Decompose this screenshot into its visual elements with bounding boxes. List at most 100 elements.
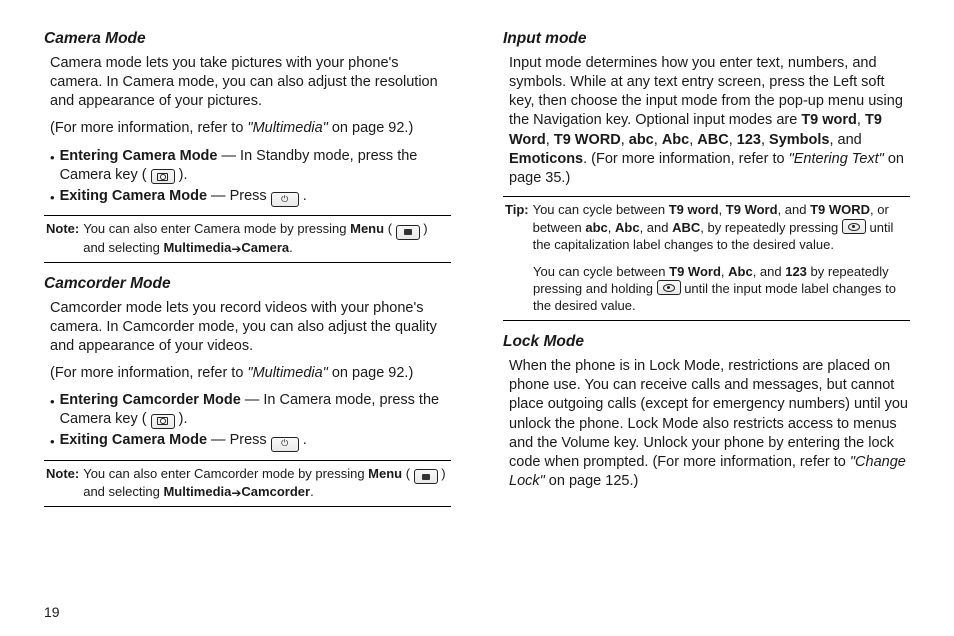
text: . <box>310 484 314 499</box>
mode: Symbols <box>769 132 829 148</box>
path-part: Camera <box>241 240 289 255</box>
text: , and <box>778 202 811 217</box>
page-number: 19 <box>44 604 910 620</box>
text: on page 92.) <box>328 120 413 136</box>
path-part: Multimedia <box>163 484 231 499</box>
bullet-text: Exiting Camera Mode — Press ⏻ . <box>60 187 451 207</box>
note-row: Note: You can also enter Camera mode by … <box>46 221 449 256</box>
text: . <box>299 432 307 448</box>
text: (For more information, refer to <box>50 120 247 136</box>
note-label: Note: <box>46 221 79 256</box>
text: , and <box>753 264 786 279</box>
camera-mode-crossref: (For more information, refer to "Multime… <box>50 119 451 138</box>
page: Camera Mode Camera mode lets you take pi… <box>0 0 954 636</box>
input-mode-paragraph: Input mode determines how you enter text… <box>509 54 910 188</box>
bullet-label: Entering Camera Mode <box>60 148 218 164</box>
bullet-label: Exiting Camera Mode <box>60 432 207 448</box>
nav-key-icon <box>842 219 866 234</box>
right-column: Input mode Input mode determines how you… <box>503 30 910 600</box>
camcorder-mode-bullets: • Entering Camcorder Mode — In Camera mo… <box>50 391 451 452</box>
text: — Press <box>207 188 271 204</box>
text: You can cycle between <box>533 202 669 217</box>
lock-mode-paragraph: When the phone is in Lock Mode, restrict… <box>509 357 910 491</box>
bullet-text: Entering Camcorder Mode — In Camera mode… <box>60 391 451 429</box>
heading-lock-mode: Lock Mode <box>503 333 910 351</box>
mode: ABC <box>672 220 700 235</box>
crossref-title: "Multimedia" <box>247 120 327 136</box>
text: — Press <box>207 432 271 448</box>
arrow-icon: ➔ <box>231 242 241 258</box>
heading-input-mode: Input mode <box>503 30 910 48</box>
mode: ABC <box>697 132 728 148</box>
arrow-icon: ➔ <box>231 486 241 502</box>
text: (For more information, refer to <box>50 365 247 381</box>
text: . (For more information, refer to <box>583 151 788 167</box>
bullet-icon: • <box>50 187 55 206</box>
text: ). <box>175 411 188 427</box>
left-column: Camera Mode Camera mode lets you take pi… <box>44 30 451 600</box>
bullet-text: Exiting Camera Mode — Press ⏻ . <box>60 431 451 451</box>
text: , <box>761 132 769 148</box>
mode: T9 WORD <box>554 132 621 148</box>
crossref-title: "Entering Text" <box>789 151 884 167</box>
text: , <box>654 132 662 148</box>
text: You can cycle between <box>533 264 669 279</box>
note-row: Note: You can also enter Camcorder mode … <box>46 466 449 501</box>
camera-key-icon <box>151 169 175 184</box>
mode: abc <box>629 132 654 148</box>
text: . <box>289 240 293 255</box>
text: , <box>608 220 615 235</box>
text: You can also enter Camera mode by pressi… <box>83 221 350 236</box>
menu-word: Menu <box>350 221 384 236</box>
mode: T9 Word <box>669 264 721 279</box>
text: on page 92.) <box>328 365 413 381</box>
tip-second-paragraph: You can cycle between T9 Word, Abc, and … <box>533 264 908 316</box>
heading-camera-mode: Camera Mode <box>44 30 451 48</box>
tip-row: Tip: You can cycle between T9 word, T9 W… <box>505 202 908 254</box>
text: , and <box>640 220 673 235</box>
mode: Abc <box>662 132 689 148</box>
mode: T9 Word <box>726 202 778 217</box>
text: , and <box>829 132 861 148</box>
tip-body: You can cycle between T9 word, T9 Word, … <box>533 202 908 254</box>
mode: T9 WORD <box>810 202 870 217</box>
bullet-icon: • <box>50 147 55 166</box>
two-column-layout: Camera Mode Camera mode lets you take pi… <box>44 30 910 600</box>
text: , <box>621 132 629 148</box>
text: on page 125.) <box>545 473 639 489</box>
note-body: You can also enter Camera mode by pressi… <box>83 221 449 256</box>
menu-key-icon <box>396 225 420 240</box>
tip-label: Tip: <box>505 202 529 254</box>
mode: T9 word <box>669 202 719 217</box>
bullet-label: Entering Camcorder Mode <box>60 392 241 408</box>
mode: T9 word <box>801 112 857 128</box>
mode: 123 <box>737 132 761 148</box>
mode: Emoticons <box>509 151 583 167</box>
bullet-icon: • <box>50 431 55 450</box>
crossref-title: "Multimedia" <box>247 365 327 381</box>
bullet-label: Exiting Camera Mode <box>60 188 207 204</box>
list-item: • Entering Camera Mode — In Standby mode… <box>50 147 451 185</box>
mode: Abc <box>728 264 753 279</box>
list-item: • Exiting Camera Mode — Press ⏻ . <box>50 431 451 451</box>
menu-key-icon <box>414 469 438 484</box>
text: You can also enter Camcorder mode by pre… <box>83 466 368 481</box>
text: ( <box>402 466 414 481</box>
camcorder-mode-crossref: (For more information, refer to "Multime… <box>50 364 451 383</box>
bullet-text: Entering Camera Mode — In Standby mode, … <box>60 147 451 185</box>
mode: Abc <box>615 220 640 235</box>
camera-note-box: Note: You can also enter Camera mode by … <box>44 215 451 262</box>
text: , <box>729 132 737 148</box>
menu-word: Menu <box>368 466 402 481</box>
mode: 123 <box>785 264 807 279</box>
list-item: • Entering Camcorder Mode — In Camera mo… <box>50 391 451 429</box>
note-body: You can also enter Camcorder mode by pre… <box>83 466 449 501</box>
text: , by repeatedly pressing <box>700 220 842 235</box>
path-part: Multimedia <box>163 240 231 255</box>
nav-key-icon <box>657 280 681 295</box>
camera-mode-paragraph: Camera mode lets you take pictures with … <box>50 54 451 111</box>
text: When the phone is in Lock Mode, restrict… <box>509 358 908 470</box>
note-label: Note: <box>46 466 79 501</box>
camcorder-note-box: Note: You can also enter Camcorder mode … <box>44 460 451 507</box>
text: , <box>546 132 554 148</box>
